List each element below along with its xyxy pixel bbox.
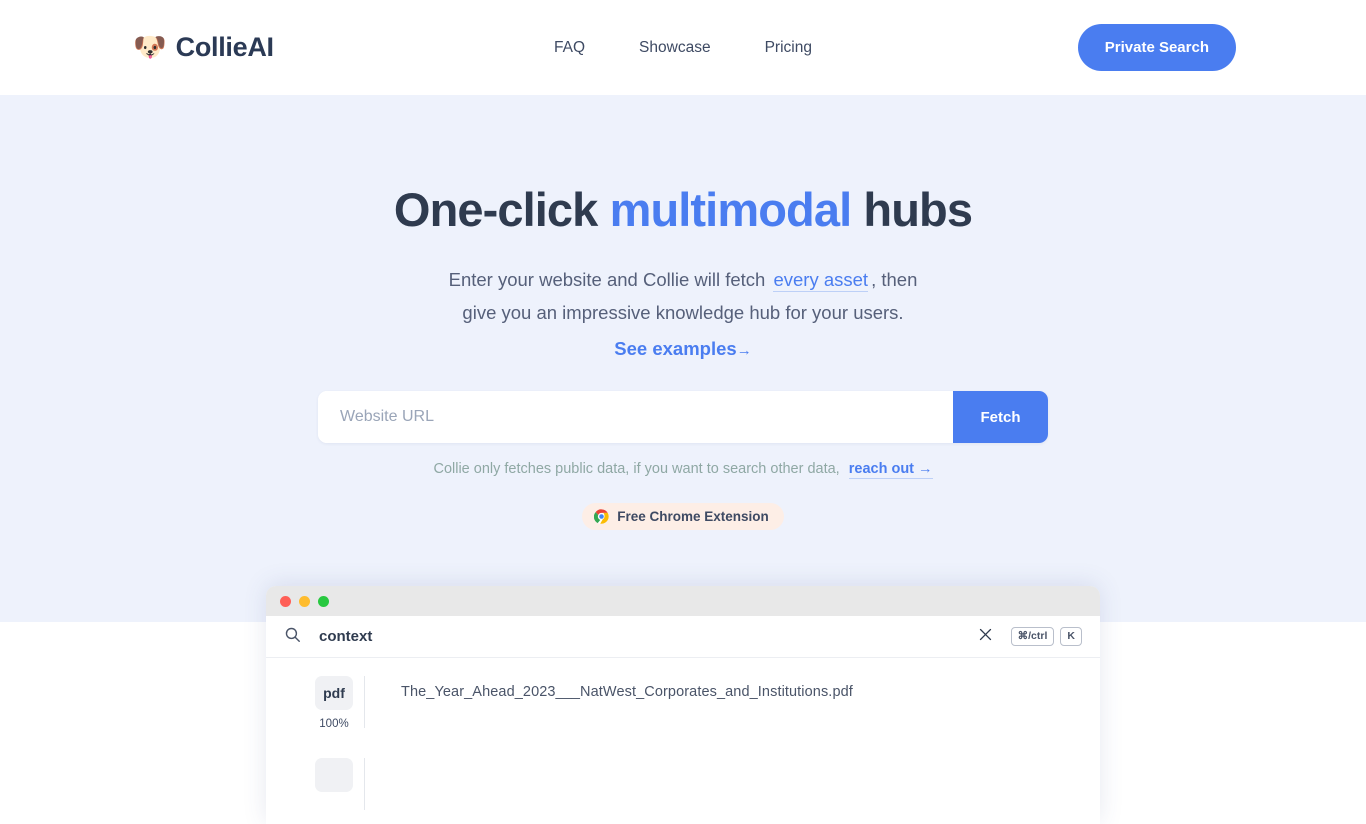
private-search-button[interactable]: Private Search [1077,24,1236,71]
hero-section: One-click multimodal hubs Enter your web… [0,95,1366,622]
chrome-icon [594,509,609,524]
table-row[interactable]: pdf 100% The_Year_Ahead_2023___NatWest_C… [266,662,1100,744]
every-asset-link[interactable]: every asset [773,269,869,293]
hero-subtitle: Enter your website and Collie will fetch… [0,263,1366,329]
chrome-extension-badge[interactable]: Free Chrome Extension [582,503,784,531]
search-results-list: pdf 100% The_Year_Ahead_2023___NatWest_C… [266,658,1100,824]
traffic-light-close-icon[interactable] [280,595,291,607]
logo[interactable]: 🐶 CollieAI [133,32,274,63]
search-icon [284,626,301,648]
see-examples-wrap: See examples→ [0,329,1366,360]
nav-item-showcase[interactable]: Showcase [612,31,738,65]
result-body: The_Year_Ahead_2023___NatWest_Corporates… [364,676,1100,728]
result-title[interactable]: The_Year_Ahead_2023___NatWest_Corporates… [401,684,1100,700]
url-fetch-form: Fetch [318,391,1048,444]
traffic-light-maximize-icon[interactable] [318,595,329,607]
mockup-search-query[interactable]: context [319,628,978,645]
mockup-search-bar: context ⌘/ctrl K [266,616,1100,658]
site-header: 🐶 CollieAI FAQ Showcase Pricing Private … [0,0,1366,95]
see-examples-link[interactable]: See examples→ [614,338,751,360]
result-meta [304,758,364,800]
arrow-right-icon: → [918,461,933,478]
table-row[interactable] [266,744,1100,824]
headline-part-2: hubs [851,183,973,236]
result-body [364,758,1100,810]
close-icon[interactable] [978,627,993,647]
keyboard-shortcut: ⌘/ctrl K [1010,627,1082,646]
traffic-light-minimize-icon[interactable] [299,595,310,607]
subtitle-line1-after: , then [871,269,918,291]
logo-text: CollieAI [175,32,274,62]
public-data-disclaimer: Collie only fetches public data, if you … [0,461,1366,480]
reach-out-label: reach out [848,461,914,478]
extension-badge-wrap: Free Chrome Extension [0,477,1366,531]
nav-item-faq[interactable]: FAQ [527,31,612,65]
extension-badge-label: Free Chrome Extension [617,509,769,525]
subtitle-line1-before: Enter your website and Collie will fetch [448,269,766,291]
main-nav: FAQ Showcase Pricing [527,31,839,65]
nav-item-pricing[interactable]: Pricing [738,31,839,65]
kbd-modifier: ⌘/ctrl [1010,627,1055,646]
page-title: One-click multimodal hubs [0,183,1366,237]
headline-accent: multimodal [609,183,853,236]
file-type-badge: pdf [315,676,353,710]
mockup-titlebar [266,586,1100,616]
result-meta: pdf 100% [304,676,364,730]
file-type-badge [315,758,353,792]
kbd-key: K [1060,627,1082,646]
arrow-right-icon: → [736,342,752,360]
headline-part-1: One-click [393,183,610,236]
subtitle-line2: give you an impressive knowledge hub for… [462,302,904,324]
dog-face-icon: 🐶 [133,32,167,62]
see-examples-label: See examples [614,338,737,360]
browser-mockup: context ⌘/ctrl K pdf 100% The_Year_Ahead… [266,586,1100,824]
disclaimer-text: Collie only fetches public data, if you … [433,461,840,478]
fetch-button[interactable]: Fetch [953,391,1048,444]
match-percent: 100% [319,718,349,730]
reach-out-link[interactable]: reach out → [848,461,933,480]
website-url-input[interactable] [318,391,953,444]
